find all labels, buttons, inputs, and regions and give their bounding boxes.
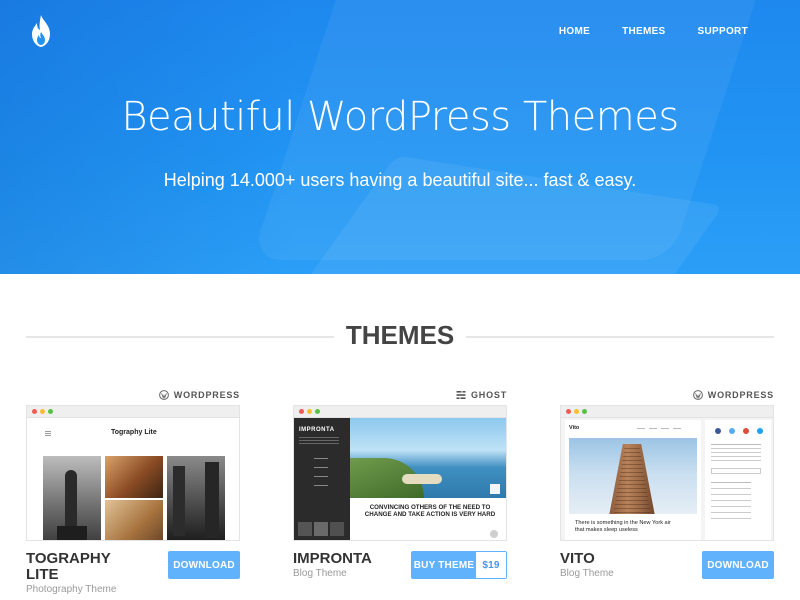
preview-headline: There is something in the New York air t… (575, 520, 671, 533)
nav-home[interactable]: HOME (559, 26, 590, 37)
themes-section-heading: THEMES (0, 320, 800, 352)
preview-sidebar (705, 420, 771, 540)
price-tag: $19 (476, 552, 506, 578)
window-minimize-dot (574, 409, 579, 414)
browser-chrome (561, 406, 773, 418)
hero-tagline: Helping 14.000+ users having a beautiful… (163, 170, 637, 190)
preview-main-column: Vito There is something in the New York … (565, 420, 701, 540)
preview-photo-food (105, 456, 163, 498)
theme-preview-screenshot[interactable]: Tography Lite (26, 405, 240, 541)
browser-chrome (27, 406, 239, 418)
preview-photo-table (105, 500, 163, 540)
ghost-icon (456, 391, 466, 399)
window-maximize-dot (582, 409, 587, 414)
theme-card-impronta: GHOST IMPRONTA CONVINCING OTHERS OF THE … (293, 388, 507, 600)
wordpress-icon (692, 390, 703, 400)
hero-title: Beautiful WordPress Themes (121, 94, 679, 140)
platform-label: GHOST (293, 388, 507, 402)
preview-headline: CONVINCING OTHERS OF THE NEED TO CHANGE … (364, 504, 496, 518)
preview-hero-photo-coast (350, 418, 506, 498)
window-minimize-dot (40, 409, 45, 414)
window-close-dot (566, 409, 571, 414)
platform-label: WORDPRESS (560, 388, 774, 402)
preview-photo-street (167, 456, 225, 540)
theme-preview-screenshot[interactable]: IMPRONTA CONVINCING OTHERS OF THE NEED T… (293, 405, 507, 541)
wordpress-icon (158, 390, 169, 400)
window-maximize-dot (315, 409, 320, 414)
preview-avatar (490, 530, 498, 538)
window-close-dot (299, 409, 304, 414)
menu-icon (45, 431, 51, 432)
download-button[interactable]: DOWNLOAD (702, 551, 774, 579)
buy-theme-button[interactable]: BUY THEME $19 (411, 551, 507, 579)
preview-site-title: Tography Lite (111, 429, 157, 436)
window-maximize-dot (48, 409, 53, 414)
platform-label: WORDPRESS (26, 388, 240, 402)
flame-logo-icon[interactable] (28, 14, 54, 48)
theme-card-tography: WORDPRESS Tography Lite TOGRAPHY LITE Ph… (26, 388, 240, 600)
browser-chrome (294, 406, 506, 418)
window-close-dot (32, 409, 37, 414)
theme-card-footer: IMPRONTA Blog Theme BUY THEME $19 (293, 551, 507, 600)
hero-banner: HOME THEMES SUPPORT Beautiful WordPress … (0, 0, 800, 274)
nav-support[interactable]: SUPPORT (698, 26, 748, 37)
theme-preview-screenshot[interactable]: Vito There is something in the New York … (560, 405, 774, 541)
nav-themes[interactable]: THEMES (622, 26, 665, 37)
preview-photo-statue (43, 456, 101, 540)
main-nav: HOME THEMES SUPPORT (527, 26, 748, 37)
theme-card-vito: WORDPRESS Vito There is something in the… (560, 388, 774, 600)
preview-sidebar: IMPRONTA (294, 418, 350, 540)
theme-card-footer: TOGRAPHY LITE Photography Theme DOWNLOAD (26, 551, 240, 600)
window-minimize-dot (307, 409, 312, 414)
theme-card-footer: VITO Blog Theme DOWNLOAD (560, 551, 774, 600)
theme-subtitle: Photography Theme (26, 584, 117, 595)
download-button[interactable]: DOWNLOAD (168, 551, 240, 579)
divider-line (466, 336, 774, 338)
